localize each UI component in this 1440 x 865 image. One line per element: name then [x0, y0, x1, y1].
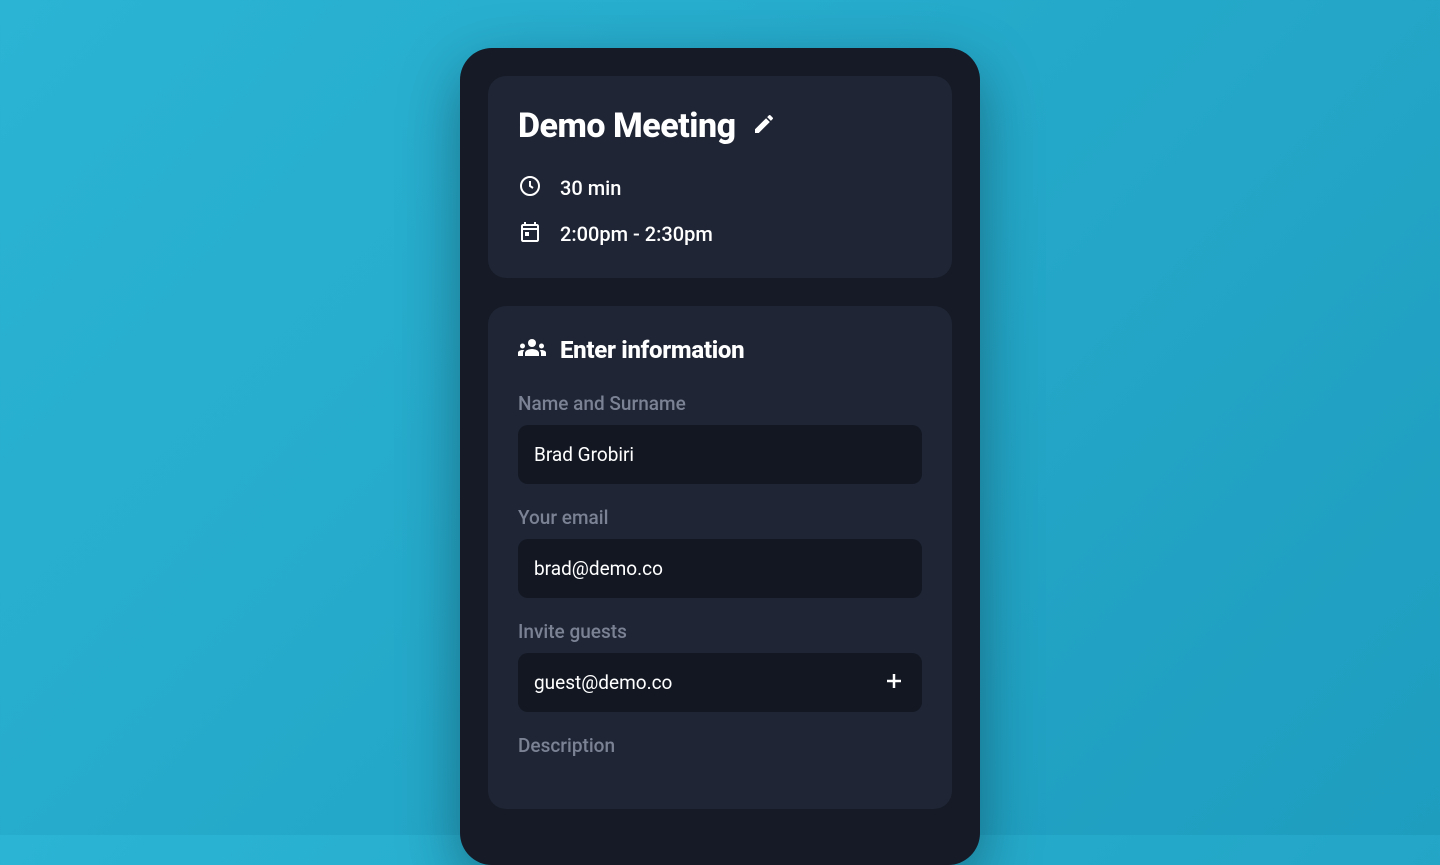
description-label: Description	[518, 734, 922, 757]
email-label: Your email	[518, 506, 922, 529]
meeting-summary-card: Demo Meeting 30 min	[488, 76, 952, 278]
name-input[interactable]	[518, 425, 922, 484]
plus-icon	[884, 671, 904, 694]
time-range-text: 2:00pm - 2:30pm	[560, 222, 713, 246]
email-field-group: Your email	[518, 506, 922, 598]
guests-input[interactable]	[518, 653, 922, 712]
duration-text: 30 min	[560, 176, 621, 200]
meeting-form-panel: Demo Meeting 30 min	[460, 48, 980, 865]
time-row: 2:00pm - 2:30pm	[518, 220, 922, 248]
guests-field-group: Invite guests	[518, 620, 922, 712]
meeting-title: Demo Meeting	[518, 106, 736, 146]
section-title: Enter information	[560, 336, 744, 364]
section-header: Enter information	[518, 336, 922, 364]
meeting-header: Demo Meeting	[518, 106, 922, 146]
add-guest-button[interactable]	[882, 671, 906, 695]
clock-icon	[518, 174, 542, 202]
name-field-group: Name and Surname	[518, 392, 922, 484]
email-input[interactable]	[518, 539, 922, 598]
guests-input-wrapper	[518, 653, 922, 712]
duration-row: 30 min	[518, 174, 922, 202]
calendar-icon	[518, 220, 542, 248]
people-icon	[518, 338, 546, 362]
information-form-card: Enter information Name and Surname Your …	[488, 306, 952, 809]
description-field-group: Description	[518, 734, 922, 757]
edit-icon[interactable]	[752, 112, 776, 140]
name-label: Name and Surname	[518, 392, 922, 415]
guests-label: Invite guests	[518, 620, 922, 643]
